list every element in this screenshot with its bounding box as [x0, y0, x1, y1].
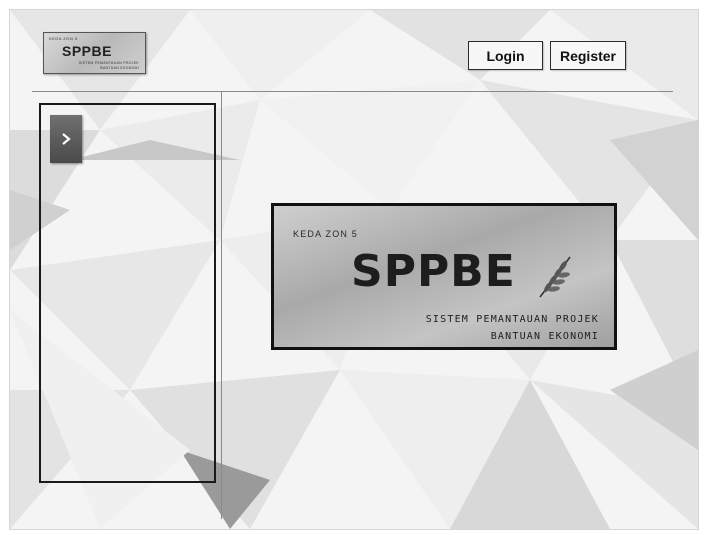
header-divider: [32, 91, 673, 92]
logo-title: SPPBE: [62, 43, 112, 59]
wheat-leaf-icon: [539, 256, 571, 298]
header-logo[interactable]: KEDA ZON 5 SPPBE SISTEM PEMANTAUAN PROJE…: [43, 32, 146, 74]
main-banner: KEDA ZON 5 SPPBE SISTEM PEMANTAUAN PROJE…: [271, 203, 617, 350]
banner-title: SPPBE: [351, 246, 516, 297]
chevron-right-icon: [62, 133, 71, 145]
logo-subtitle-2: BANTUAN EKONOMI: [100, 66, 139, 70]
banner-subtitle-2: BANTUAN EKONOMI: [490, 331, 599, 342]
logo-top-text: KEDA ZON 5: [49, 36, 78, 41]
logo-subtitle-1: SISTEM PEMANTAUAN PROJEK: [78, 61, 139, 65]
register-button[interactable]: Register: [550, 41, 626, 70]
banner-subtitle-1: SISTEM PEMANTAUAN PROJEK: [425, 314, 599, 325]
banner-top-text: KEDA ZON 5: [293, 229, 359, 239]
login-button[interactable]: Login: [468, 41, 543, 70]
sidebar-divider: [221, 91, 222, 519]
sidebar-toggle-button[interactable]: [50, 115, 82, 163]
